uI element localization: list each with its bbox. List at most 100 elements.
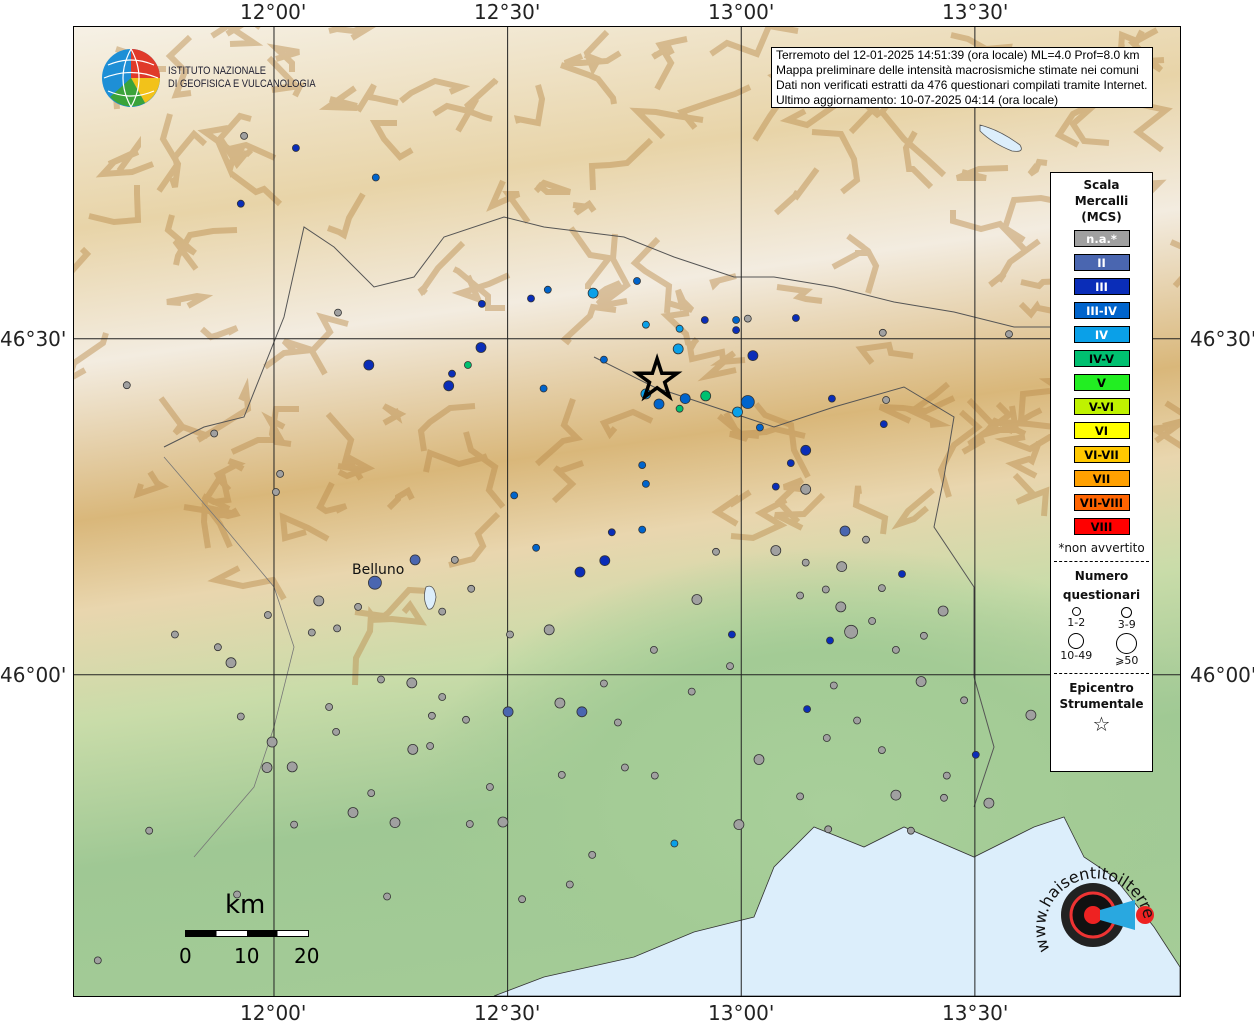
observation-point[interactable] (878, 584, 886, 592)
observation-point[interactable] (448, 369, 456, 378)
observation-point[interactable] (726, 662, 734, 670)
observation-point[interactable] (879, 420, 888, 429)
observation-point[interactable] (333, 624, 342, 633)
observation-point[interactable] (728, 630, 736, 639)
observation-point[interactable] (1005, 330, 1013, 339)
observation-point[interactable] (363, 359, 375, 371)
observation-point[interactable] (600, 679, 608, 688)
observation-point[interactable] (743, 314, 752, 323)
observation-point[interactable] (642, 479, 650, 488)
observation-point[interactable] (844, 624, 858, 639)
observation-point[interactable] (732, 406, 743, 418)
observation-point[interactable] (890, 789, 902, 801)
observation-point[interactable] (587, 287, 599, 299)
observation-point[interactable] (532, 543, 541, 552)
observation-point[interactable] (800, 444, 812, 456)
observation-point[interactable] (367, 575, 382, 590)
observation-point[interactable] (638, 461, 647, 470)
observation-point[interactable] (600, 355, 608, 364)
observation-point[interactable] (960, 696, 968, 705)
observation-point[interactable] (907, 826, 915, 835)
observation-point[interactable] (145, 826, 154, 835)
observation-point[interactable] (465, 820, 474, 828)
observation-point[interactable] (383, 892, 392, 901)
observation-point[interactable] (171, 630, 179, 639)
observation-point[interactable] (225, 657, 237, 669)
observation-point[interactable] (770, 545, 782, 556)
observation-point[interactable] (822, 734, 831, 742)
observation-point[interactable] (213, 643, 222, 652)
observation-point[interactable] (510, 491, 519, 500)
observation-point[interactable] (475, 342, 487, 353)
observation-point[interactable] (803, 705, 811, 713)
observation-point[interactable] (377, 675, 385, 684)
observation-point[interactable] (937, 605, 949, 617)
observation-point[interactable] (679, 393, 691, 405)
observation-point[interactable] (650, 646, 658, 654)
observation-point[interactable] (740, 395, 755, 409)
observation-point[interactable] (497, 816, 509, 828)
observation-point[interactable] (599, 555, 611, 566)
observation-point[interactable] (915, 676, 927, 687)
observation-point[interactable] (367, 789, 376, 797)
observation-point[interactable] (543, 285, 552, 294)
observation-point[interactable] (826, 636, 834, 645)
observation-point[interactable] (463, 361, 472, 369)
observation-point[interactable] (839, 525, 851, 537)
observation-point[interactable] (747, 350, 759, 362)
observation-point[interactable] (276, 469, 285, 478)
observation-point[interactable] (650, 771, 659, 780)
observation-point[interactable] (347, 807, 359, 818)
observation-point[interactable] (733, 819, 745, 830)
observation-point[interactable] (554, 697, 566, 709)
observation-point[interactable] (477, 299, 486, 308)
observation-point[interactable] (862, 535, 870, 544)
observation-point[interactable] (409, 554, 421, 566)
observation-point[interactable] (371, 173, 380, 182)
observation-point[interactable] (670, 839, 679, 848)
observation-point[interactable] (642, 320, 650, 329)
observation-point[interactable] (332, 728, 341, 736)
observation-point[interactable] (266, 736, 278, 748)
observation-point[interactable] (878, 746, 886, 754)
observation-point[interactable] (518, 895, 527, 904)
observation-point[interactable] (389, 817, 401, 828)
observation-point[interactable] (732, 316, 740, 324)
observation-point[interactable] (800, 483, 812, 495)
observation-point[interactable] (427, 711, 436, 720)
observation-point[interactable] (426, 742, 435, 750)
observation-point[interactable] (576, 706, 588, 718)
observation-point[interactable] (971, 750, 980, 759)
observation-point[interactable] (406, 677, 418, 689)
observation-point[interactable] (828, 394, 836, 403)
observation-point[interactable] (450, 556, 459, 564)
observation-point[interactable] (588, 851, 597, 859)
observation-point[interactable] (796, 591, 804, 600)
ingv-logo[interactable]: ISTITUTO NAZIONALE DI GEOFISICA E VULCAN… (100, 47, 342, 109)
observation-point[interactable] (898, 570, 906, 578)
observation-point[interactable] (557, 771, 566, 779)
observation-point[interactable] (565, 880, 574, 889)
observation-point[interactable] (712, 547, 720, 556)
observation-point[interactable] (829, 681, 838, 690)
observation-point[interactable] (700, 390, 712, 402)
observation-point[interactable] (1025, 709, 1037, 721)
observation-point[interactable] (801, 558, 810, 567)
observation-point[interactable] (236, 712, 245, 721)
observation-point[interactable] (687, 687, 696, 696)
observation-point[interactable] (920, 631, 928, 640)
observation-point[interactable] (334, 308, 342, 317)
observation-point[interactable] (467, 584, 476, 593)
observation-point[interactable] (210, 429, 219, 438)
observation-point[interactable] (93, 956, 102, 965)
observation-point[interactable] (836, 561, 848, 572)
observation-point[interactable] (824, 825, 833, 834)
observation-point[interactable] (638, 525, 647, 534)
observation-point[interactable] (462, 715, 470, 724)
observation-point[interactable] (307, 628, 316, 637)
observation-point[interactable] (675, 404, 684, 413)
observation-point[interactable] (263, 611, 272, 619)
observation-point[interactable] (286, 761, 298, 773)
observation-point[interactable] (407, 744, 419, 755)
observation-point[interactable] (700, 316, 709, 324)
